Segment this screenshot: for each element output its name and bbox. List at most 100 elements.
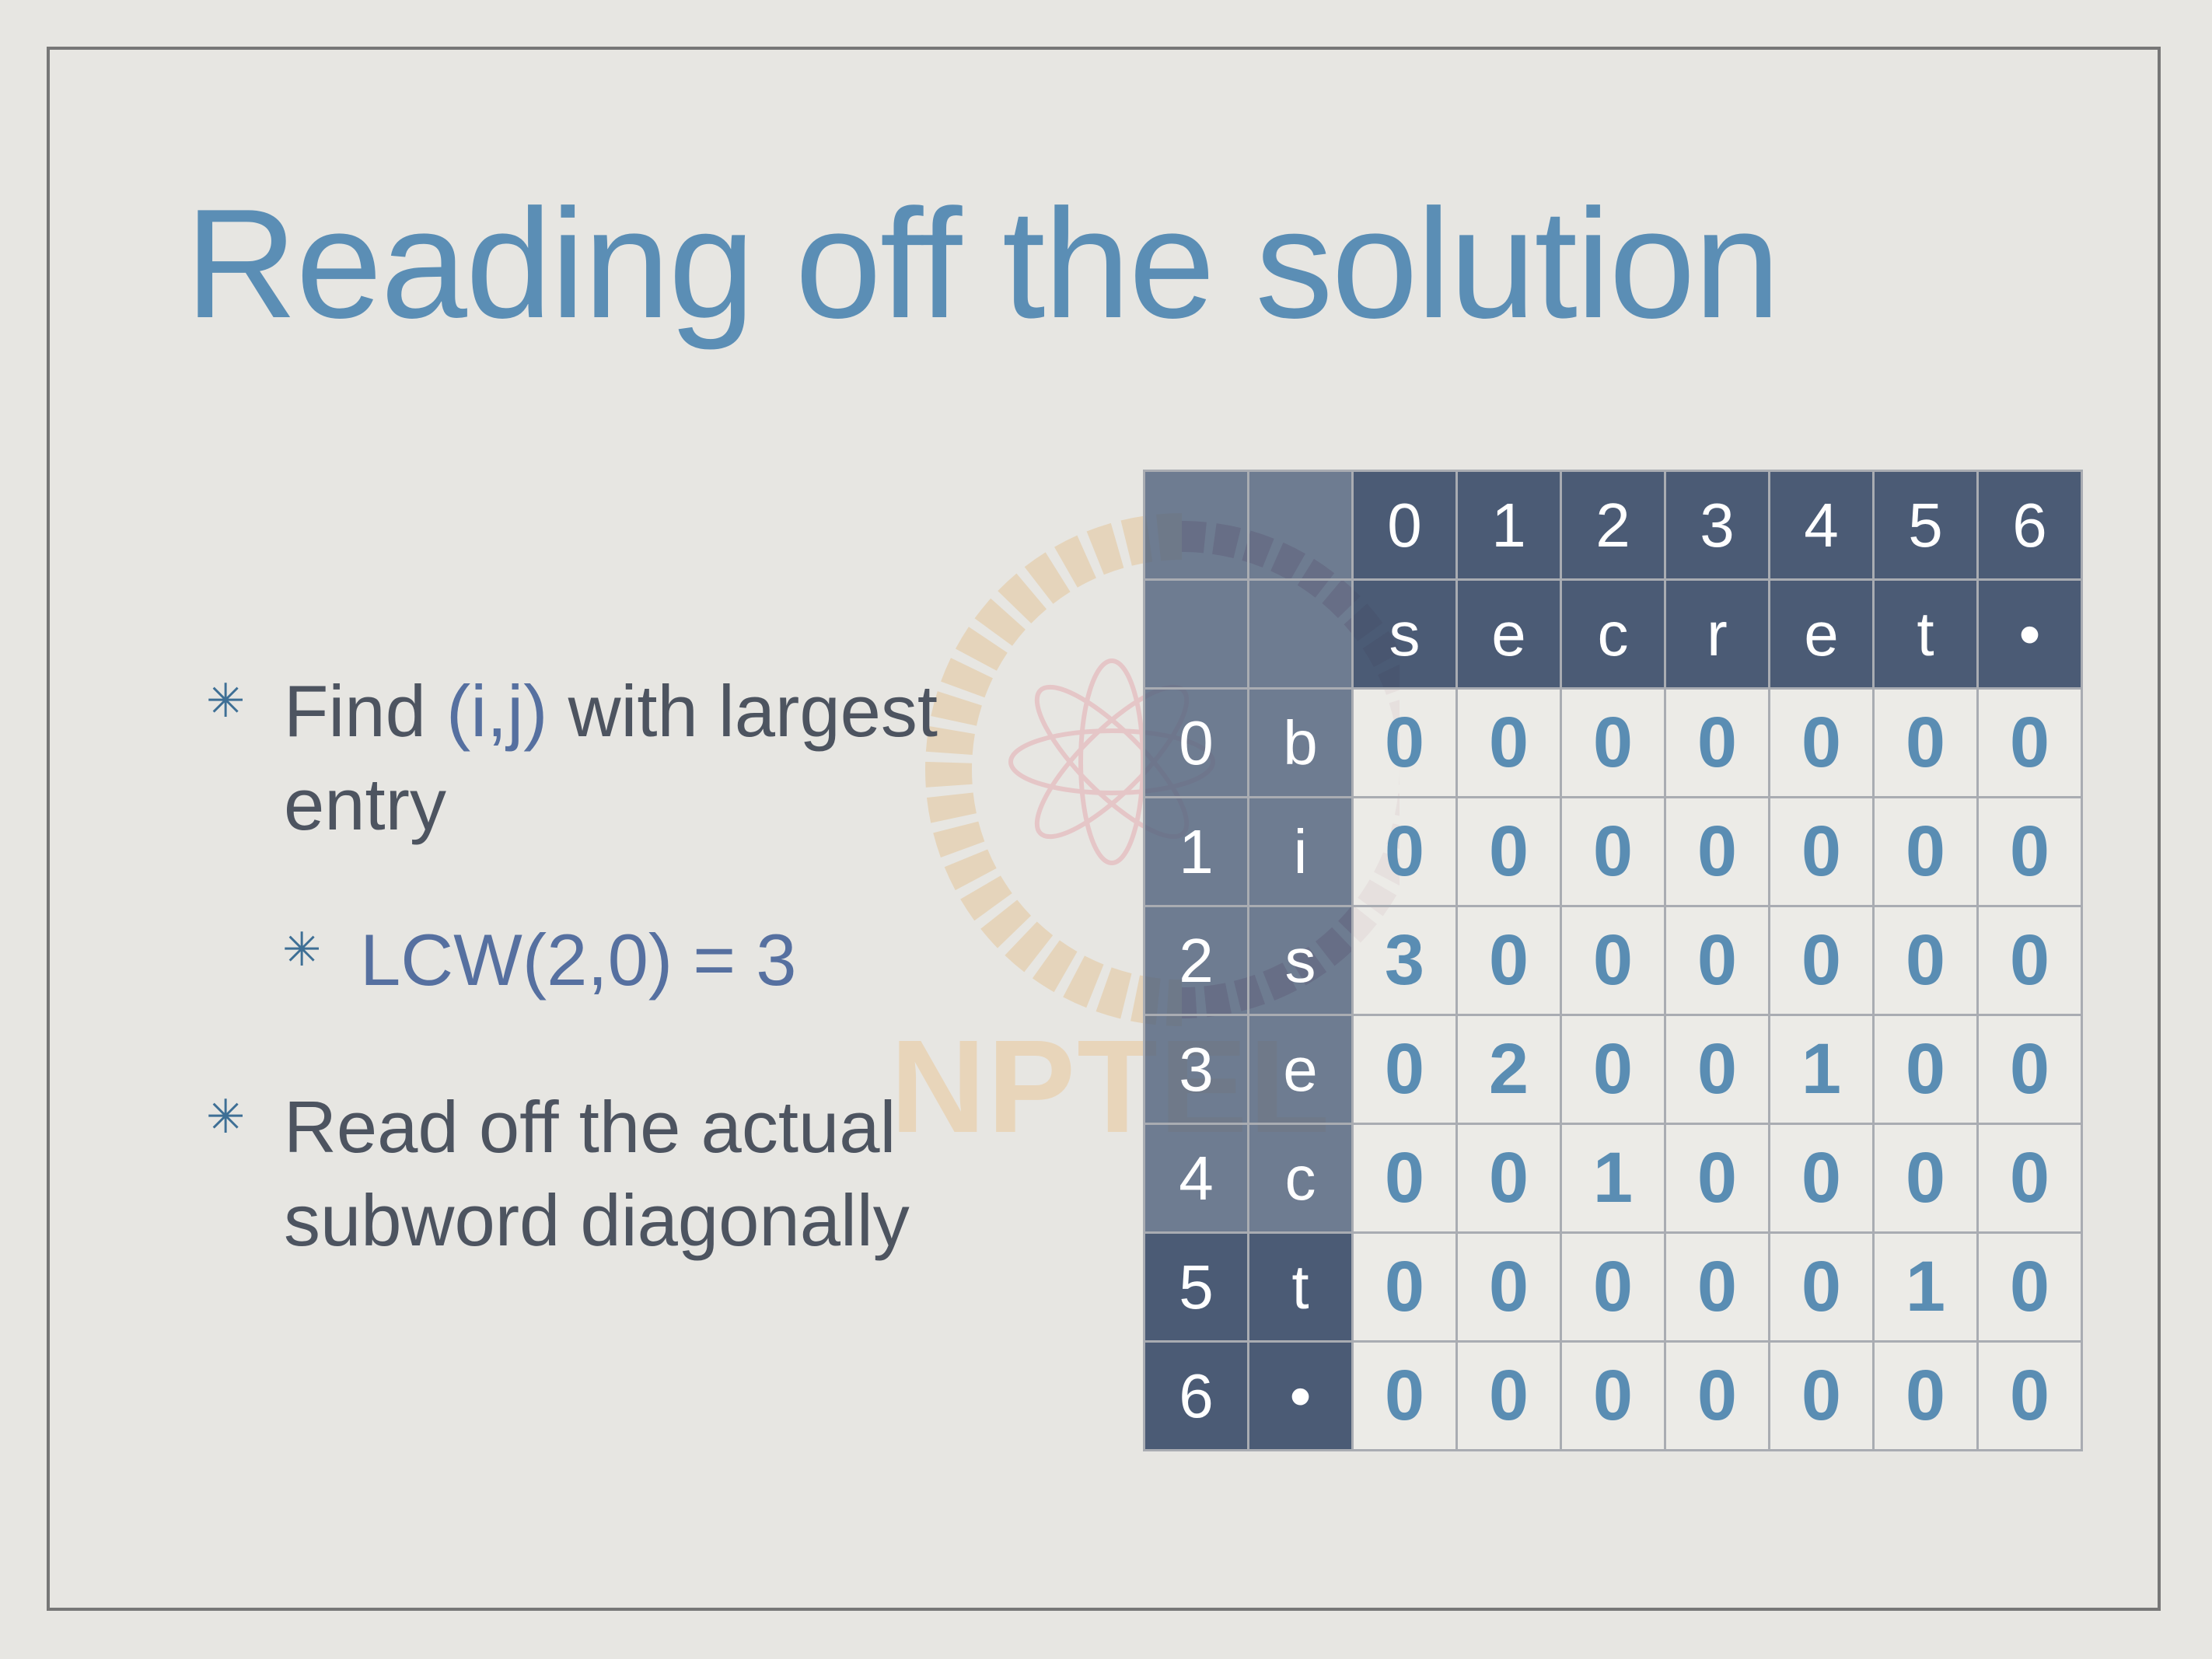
value-cell: 0 [1872,1014,1979,1125]
column-index: 3 [1664,470,1770,581]
value-cell: 0 [1455,796,1562,907]
value-cell: 0 [1872,905,1979,1016]
asterisk-bullet-icon: ✳ [206,675,246,727]
value-cell: 0 [1872,1123,1979,1234]
value-cell: 0 [1976,1340,2083,1451]
value-cell: 0 [1664,1231,1770,1343]
value-cell: 0 [1976,1231,2083,1343]
column-index: 4 [1768,470,1875,581]
value-cell: 0 [1976,1014,2083,1125]
row-char: • [1247,1340,1354,1451]
value-cell: 0 [1664,1014,1770,1125]
asterisk-bullet-icon: ✳ [282,924,322,976]
value-cell: 0 [1560,1340,1666,1451]
value-cell: 0 [1351,796,1458,907]
value-cell: 0 [1664,796,1770,907]
value-cell: 0 [1351,1231,1458,1343]
row-index: 3 [1143,1014,1249,1125]
value-cell: 0 [1664,1340,1770,1451]
value-cell: 2 [1455,1014,1562,1125]
value-cell: 0 [1976,905,2083,1016]
row-char: i [1247,796,1354,907]
table-row: 3e0200100 [1143,1014,2083,1125]
value-cell: 0 [1560,1014,1666,1125]
value-cell: 0 [1872,1340,1979,1451]
value-cell: 0 [1768,905,1875,1016]
column-char: t [1872,578,1979,690]
column-index: 5 [1872,470,1979,581]
value-cell: 0 [1976,687,2083,798]
corner-cell [1143,470,1249,581]
column-char: • [1976,578,2083,690]
value-cell: 0 [1768,796,1875,907]
value-cell: 0 [1560,687,1666,798]
table-row: 0b0000000 [1143,687,2083,798]
bullet-text: Read off the actual subword diagonally [284,1086,910,1261]
row-char: b [1247,687,1354,798]
value-cell: 0 [1455,1231,1562,1343]
value-cell: 0 [1560,796,1666,907]
row-index: 1 [1143,796,1249,907]
column-index: 0 [1351,470,1458,581]
table-row: 2s3000000 [1143,905,2083,1016]
corner-cell [1143,578,1249,690]
row-char: e [1247,1014,1354,1125]
value-cell: 0 [1560,905,1666,1016]
row-index: 0 [1143,687,1249,798]
corner-cell [1247,578,1354,690]
column-index: 6 [1976,470,2083,581]
value-cell: 0 [1351,687,1458,798]
value-cell: 0 [1664,905,1770,1016]
row-index: 6 [1143,1340,1249,1451]
value-cell: 3 [1351,905,1458,1016]
value-cell: 0 [1664,687,1770,798]
value-cell: 0 [1976,1123,2083,1234]
table-row: 5t0000010 [1143,1231,2083,1343]
column-char: r [1664,578,1770,690]
row-char: c [1247,1123,1354,1234]
column-char: s [1351,578,1458,690]
value-cell: 0 [1872,796,1979,907]
value-cell: 0 [1455,905,1562,1016]
table-row: 4c0010000 [1143,1123,2083,1234]
header-row: 0123456 [1143,470,2083,581]
table-row: 1i0000000 [1143,796,2083,907]
bullet-highlight: (i,j) [446,670,548,752]
value-cell: 0 [1455,1340,1562,1451]
row-char: t [1247,1231,1354,1343]
value-cell: 0 [1351,1123,1458,1234]
value-cell: 0 [1351,1014,1458,1125]
slide-title: Reading off the solution [185,177,1780,351]
lcw-table: 0 1 2 3 4 5 6 s e c r e t • 0 b 0 0 0 0 0 0 0 1 i 0 0 0 0 0 0 0 2 s 3 0 0 0 0 0… [1143,470,2083,1451]
value-cell: 0 [1768,1340,1875,1451]
column-index: 2 [1560,470,1666,581]
value-cell: 1 [1768,1014,1875,1125]
value-cell: 0 [1455,1123,1562,1234]
column-index: 1 [1455,470,1562,581]
row-index: 4 [1143,1123,1249,1234]
value-cell: 0 [1455,687,1562,798]
column-char: e [1768,578,1875,690]
bullet-text: LCW(2,0) = 3 [360,919,797,1001]
row-char: s [1247,905,1354,1016]
value-cell: 0 [1872,687,1979,798]
corner-cell [1247,470,1354,581]
header-row: s e c r e t • [1143,578,2083,690]
bullet-text: Find [284,670,446,752]
value-cell: 0 [1560,1231,1666,1343]
value-cell: 1 [1560,1123,1666,1234]
value-cell: 1 [1872,1231,1979,1343]
value-cell: 0 [1768,1123,1875,1234]
table-row: 6 • 0 0 0 0 0 0 0 [1143,1340,2083,1451]
row-index: 5 [1143,1231,1249,1343]
asterisk-bullet-icon: ✳ [206,1091,246,1143]
sub-bullet-lcw: ✳ LCW(2,0) = 3 [282,913,797,1007]
row-index: 2 [1143,905,1249,1016]
bullet-find: ✳ Find (i,j) with largest entry [206,665,1030,851]
value-cell: 0 [1351,1340,1458,1451]
value-cell: 0 [1768,687,1875,798]
value-cell: 0 [1664,1123,1770,1234]
bullet-read-off: ✳ Read off the actual subword diagonally [206,1081,1030,1267]
value-cell: 0 [1768,1231,1875,1343]
value-cell: 0 [1976,796,2083,907]
